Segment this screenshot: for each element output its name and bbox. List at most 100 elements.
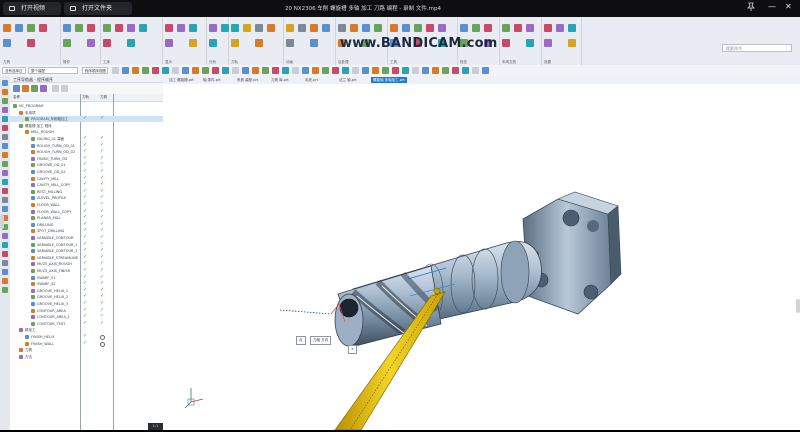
navigator-row[interactable]: CONTOUR_TEXT ✓ ✓ [10,320,163,327]
method-view-icon[interactable] [40,85,47,92]
resource-icon[interactable] [2,233,8,239]
ribbon-tool-icon[interactable] [526,39,534,47]
resource-icon[interactable] [2,107,8,113]
toolbar-icon[interactable] [262,67,269,74]
resource-icon[interactable] [2,269,8,275]
pin-icon[interactable] [747,2,755,14]
ribbon-tool-icon[interactable] [3,39,11,47]
toolbar-icon[interactable] [202,67,209,74]
ribbon-tool-icon[interactable] [414,24,422,32]
ribbon-tool-icon[interactable] [438,24,446,32]
resource-icon[interactable] [2,80,8,86]
document-tab[interactable]: 毛坯.prt [303,77,320,83]
resource-icon[interactable] [2,161,8,167]
ribbon-tool-icon[interactable] [426,24,434,32]
toolbar-icon[interactable] [252,67,259,74]
collapse-icon[interactable] [61,85,68,92]
ribbon-tool-icon[interactable] [127,39,135,47]
ribbon-tool-icon[interactable] [165,39,173,47]
point-callout[interactable]: 点 [296,336,306,345]
ribbon-tool-icon[interactable] [189,24,197,32]
ribbon-tool-icon[interactable] [502,39,510,47]
ribbon-tool-icon[interactable] [390,24,398,32]
ribbon-tool-icon[interactable] [484,24,492,32]
ribbon-tool-icon[interactable] [27,24,35,32]
ribbon-tool-icon[interactable] [15,24,23,32]
ribbon-tool-icon[interactable] [556,24,564,32]
ribbon-tool-icon[interactable] [87,24,95,32]
navigator-row[interactable]: FINISH_WALL ✓ [10,340,163,347]
ribbon-tool-icon[interactable] [27,39,35,47]
toolbar-icon[interactable] [162,67,169,74]
toolbar-icon[interactable] [392,67,399,74]
document-tab[interactable]: 螺旋轴 多轴加工.prt [371,77,407,83]
ribbon-tool-icon[interactable] [544,24,552,32]
ribbon-tool-icon[interactable] [165,24,173,32]
navigator-row[interactable]: NC_PROGRAM [10,103,163,109]
toolbar-icon[interactable] [352,67,359,74]
resource-icon[interactable] [2,134,8,140]
tool-view-icon[interactable] [22,85,29,92]
left-edge-handle[interactable] [0,215,4,229]
resource-icon[interactable] [2,179,8,185]
toolbar-icon[interactable] [402,67,409,74]
toolbar-icon[interactable] [232,67,239,74]
ribbon-tool-icon[interactable] [568,39,576,47]
toolbar-icon[interactable] [142,67,149,74]
ribbon-tool-icon[interactable] [127,24,135,32]
ribbon-tool-icon[interactable] [544,39,552,47]
document-tab[interactable]: 夹具 装配.prt [235,77,260,83]
ribbon-tool-icon[interactable] [568,24,576,32]
ribbon-tool-icon[interactable] [472,24,480,32]
ribbon-tool-icon[interactable] [402,24,410,32]
expand-icon[interactable] [52,85,59,92]
ribbon-tool-icon[interactable] [460,24,468,32]
document-tab[interactable]: 刀具 库.prt [269,77,291,83]
ribbon-tool-icon[interactable] [139,24,147,32]
toolbar-icon[interactable] [442,67,449,74]
toolbar-icon[interactable] [242,67,249,74]
close-button[interactable]: ✕ [785,2,792,12]
ribbon-tool-icon[interactable] [63,24,71,32]
program-view-icon[interactable] [13,85,20,92]
ribbon-tool-icon[interactable] [103,39,111,47]
resource-icon[interactable] [2,242,8,248]
toolbar-icon[interactable] [422,67,429,74]
graphics-viewport[interactable]: 点 刀轴 方向 ✕ [163,84,800,431]
ribbon-tool-icon[interactable] [231,39,239,47]
search-input[interactable]: 搜索命令 [722,44,792,52]
resource-icon[interactable] [2,116,8,122]
open-folder-button[interactable]: 打开文件夹 [64,2,132,15]
toolbar-icon[interactable] [152,67,159,74]
toolbar-icon[interactable] [312,67,319,74]
resource-icon[interactable] [2,206,8,212]
geometry-view-icon[interactable] [31,85,38,92]
right-edge-handle[interactable] [796,299,800,313]
navigator-row[interactable]: 方法 [10,354,163,360]
resource-icon[interactable] [2,143,8,149]
resource-icon[interactable] [2,188,8,194]
ribbon-tool-icon[interactable] [255,24,263,32]
toolbar-icon[interactable] [332,67,339,74]
resource-icon[interactable] [2,197,8,203]
toolbar-icon[interactable] [322,67,329,74]
toolbar-icon[interactable] [462,67,469,74]
toolbar-icon[interactable] [282,67,289,74]
open-video-button[interactable]: 打开视频 [3,2,61,15]
navigator-row[interactable]: 螺旋槽 加工 程序 [10,123,163,129]
ribbon-tool-icon[interactable] [374,24,382,32]
ribbon-tool-icon[interactable] [362,24,370,32]
toolbar-icon[interactable] [222,67,229,74]
toolbar-icon[interactable] [342,67,349,74]
tool-axis-callout[interactable]: 刀轴 方向 [310,336,332,345]
ribbon-tool-icon[interactable] [87,39,95,47]
resource-icon[interactable] [2,260,8,266]
ribbon-tool-icon[interactable] [267,24,275,32]
ribbon-tool-icon[interactable] [63,39,71,47]
document-tab[interactable]: 加工 螺旋槽.prt [167,77,196,83]
ribbon-tool-icon[interactable] [322,24,330,32]
ribbon-tool-icon[interactable] [209,24,217,32]
ribbon-tool-icon[interactable] [310,24,318,32]
ribbon-tool-icon[interactable] [39,24,47,32]
toolbar-icon[interactable] [172,67,179,74]
